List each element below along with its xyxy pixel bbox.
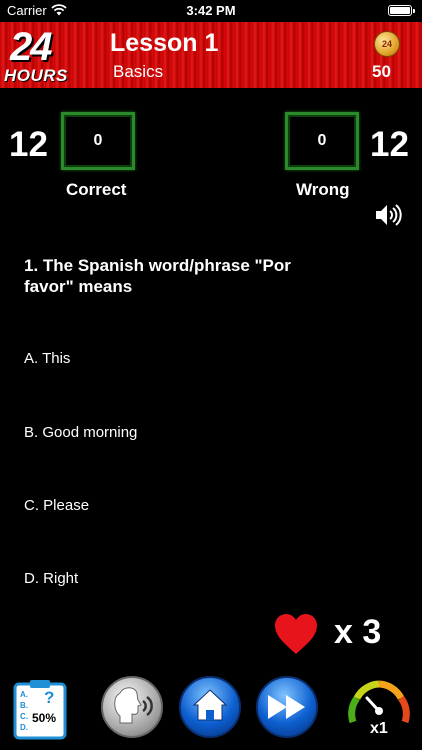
speed-control-button[interactable]: x1 (345, 676, 413, 742)
correct-label: Correct (66, 180, 127, 199)
wrong-remaining-count: 12 (370, 125, 409, 164)
coin-balance: 50 (372, 62, 391, 81)
coin-icon: 24 (374, 31, 400, 57)
svg-text:C.: C. (20, 712, 28, 721)
lesson-subtitle: Basics (113, 62, 164, 81)
answer-option-c[interactable]: C. Please (24, 497, 89, 514)
wrong-count: 0 (317, 132, 327, 149)
answer-option-d[interactable]: D. Right (24, 570, 78, 587)
lesson-title: Lesson 1 (110, 29, 219, 57)
wrong-score-box: 0 (285, 112, 359, 170)
battery-icon (388, 5, 415, 16)
lesson-header: 24 HOURS Lesson 1 Basics 24 50 (0, 22, 422, 88)
lives-count: x 3 (334, 613, 382, 651)
logo-number: 24 (10, 25, 52, 69)
status-bar: Carrier 3:42 PM (0, 0, 422, 22)
speaker-icon[interactable] (374, 202, 404, 233)
clock-time: 3:42 PM (186, 3, 236, 18)
question-text: 1. The Spanish word/phrase "Por favor" m… (24, 256, 291, 296)
logo-text: HOURS (4, 66, 68, 85)
fast-forward-icon (268, 695, 305, 719)
pronounce-button[interactable] (101, 676, 163, 738)
svg-text:B.: B. (20, 701, 28, 710)
correct-count: 0 (93, 132, 103, 149)
next-question-button[interactable] (256, 676, 318, 738)
hint-fifty-fifty-button[interactable]: A. B. C. D. ? 50% (12, 678, 68, 740)
answer-option-a[interactable]: A. This (24, 350, 70, 367)
svg-text:?: ? (44, 688, 54, 707)
correct-score-box: 0 (61, 112, 135, 170)
svg-text:A.: A. (20, 690, 28, 699)
clipboard-quiz-icon: A. B. C. D. ? (13, 680, 67, 740)
svg-text:D.: D. (20, 723, 28, 732)
wrong-label: Wrong (296, 180, 350, 199)
heart-icon (273, 612, 319, 661)
hint-percent-label: 50% (32, 711, 57, 725)
speed-label: x1 (370, 720, 388, 737)
home-button[interactable] (179, 676, 241, 738)
speaking-head-icon (114, 687, 153, 724)
home-icon (192, 689, 228, 721)
answer-option-b[interactable]: B. Good morning (24, 424, 137, 441)
correct-remaining-count: 12 (9, 125, 48, 164)
